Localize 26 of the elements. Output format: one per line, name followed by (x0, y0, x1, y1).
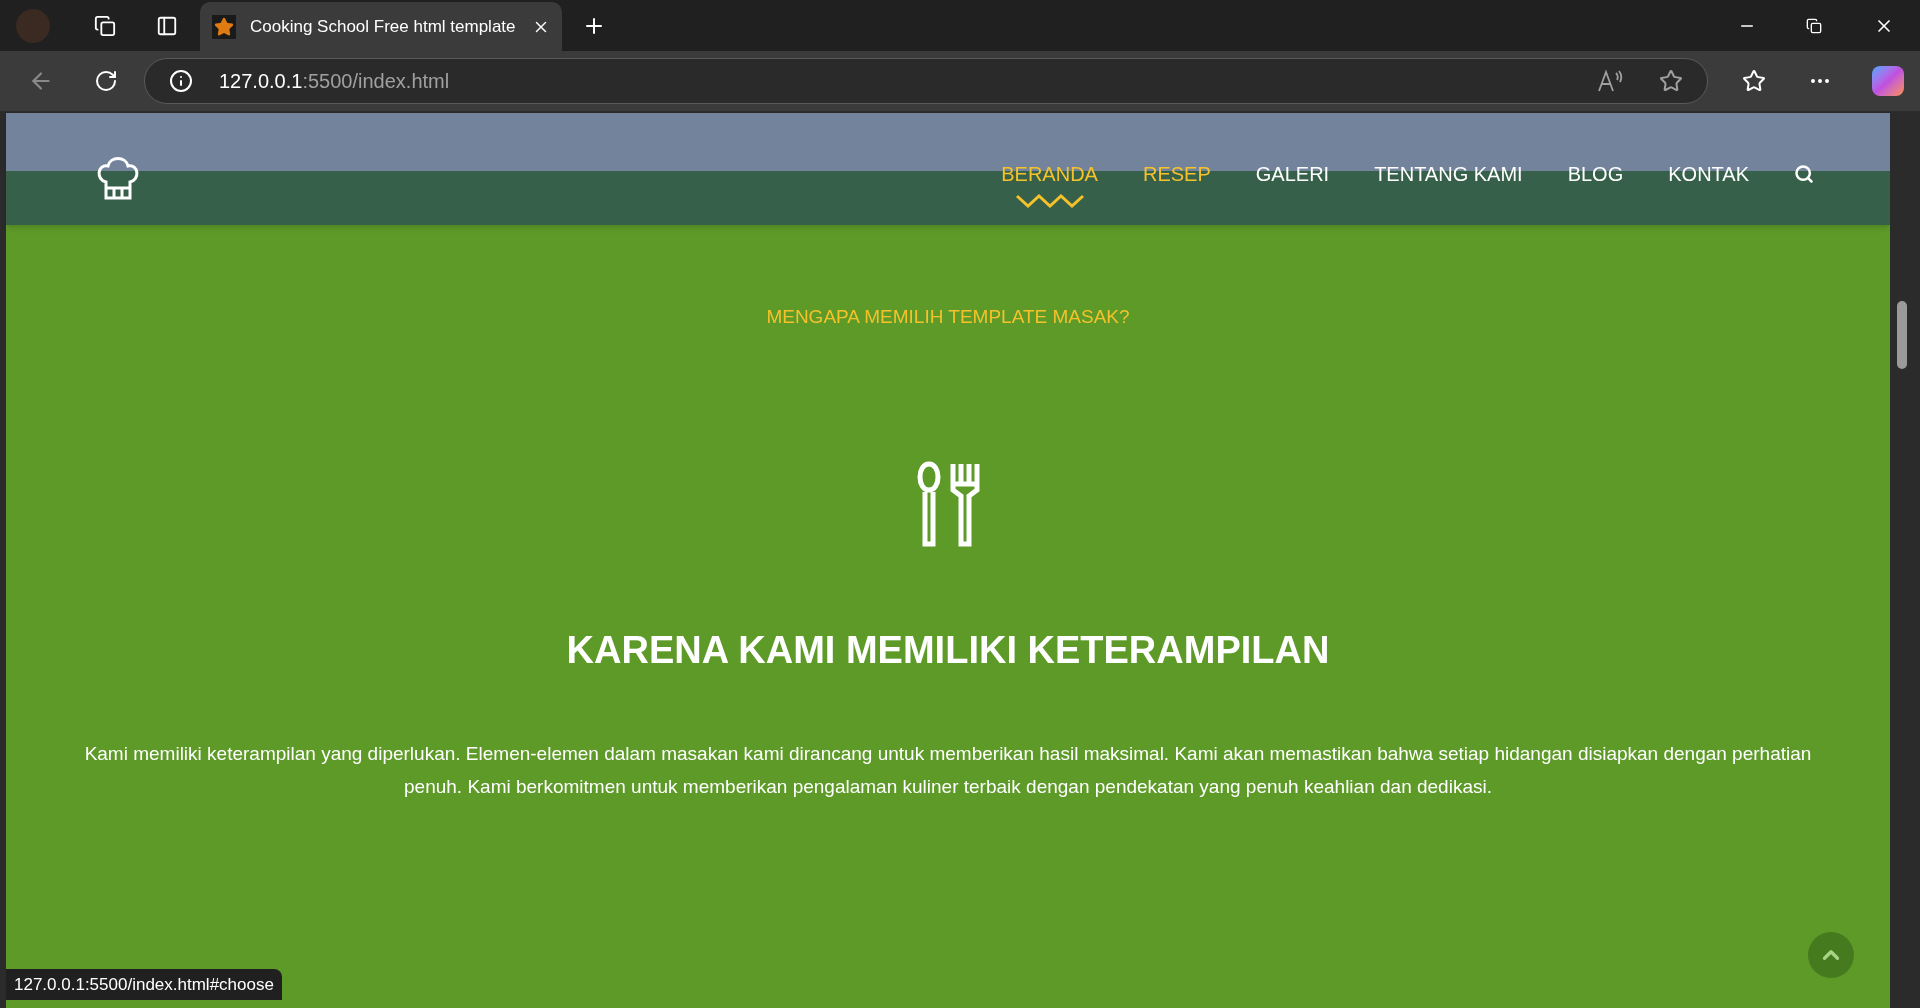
copilot-icon[interactable] (1872, 66, 1904, 96)
browser-tab[interactable]: Cooking School Free html template (200, 2, 562, 51)
favorite-star-icon[interactable] (1659, 69, 1683, 93)
nav-link[interactable]: TENTANG KAMI (1374, 162, 1523, 186)
site-info-icon[interactable] (169, 69, 193, 93)
tab-title: Cooking School Free html template (250, 15, 517, 38)
restore-icon[interactable] (1806, 17, 1822, 34)
nav-link[interactable]: BERANDA (1001, 162, 1098, 208)
url-text: 127.0.0.1:5500/index.html (219, 69, 450, 94)
favorites-icon[interactable] (1742, 69, 1766, 93)
sidebar-icon[interactable] (156, 14, 178, 37)
workspaces-icon[interactable] (94, 14, 116, 37)
nav-link[interactable]: KONTAK (1668, 162, 1749, 186)
status-url: 127.0.0.1:5500/index.html#choose (6, 968, 282, 1000)
reload-icon[interactable] (94, 69, 118, 93)
star-favicon-icon (212, 14, 236, 39)
section-title: KARENA KAMI MEMILIKI KETERAMPILAN (566, 627, 1330, 673)
address-bar[interactable]: 127.0.0.1:5500/index.html (144, 58, 1708, 104)
read-aloud-icon[interactable] (1597, 69, 1623, 93)
section-eyebrow: MENGAPA MEMILIH TEMPLATE MASAK? (766, 305, 1130, 329)
section-body: Kami memiliki keterampilan yang diperlukan. Elemen-elemen dalam masakan kami dirancang untuk memberikan hasil maksimal. Kami akan memastikan bahwa setiap hidangan disiapkan dengan perhatian penuh. Kami berkomitmen untuk memberikan pengalaman kuliner terbaik dengan pendekatan yang penuh keahlian dan dedikasi. (83, 741, 1813, 799)
search-icon[interactable] (1794, 164, 1814, 184)
nav-link[interactable]: RESEP (1142, 162, 1211, 186)
nav-link[interactable]: BLOG (1567, 162, 1624, 186)
scroll-to-top-button[interactable] (1808, 932, 1854, 978)
nav-link[interactable]: GALERI (1255, 162, 1330, 186)
